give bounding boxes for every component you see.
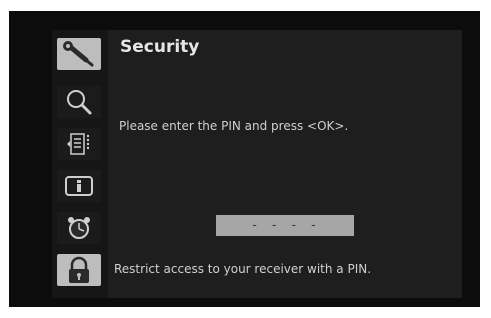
sidebar-item-information[interactable] xyxy=(57,170,101,202)
info-card-icon xyxy=(65,176,93,196)
sidebar-item-channel-list[interactable] xyxy=(57,128,101,160)
wrench-icon xyxy=(63,41,94,67)
menu-panel xyxy=(52,30,462,298)
help-text: Restrict access to your receiver with a … xyxy=(114,262,372,276)
sidebar-item-installation[interactable] xyxy=(57,38,101,70)
magnifier-icon xyxy=(67,90,92,115)
page-title: Security xyxy=(120,37,200,57)
channel-list-icon xyxy=(67,133,90,155)
pin-prompt-text: Please enter the PIN and press <OK>. xyxy=(119,119,349,133)
sidebar-item-search[interactable] xyxy=(57,86,101,118)
sidebar-item-timer[interactable] xyxy=(57,212,101,244)
padlock-icon xyxy=(69,256,89,283)
alarm-clock-icon xyxy=(68,217,90,239)
pin-input[interactable]: - - - - xyxy=(216,215,354,236)
sidebar-item-security[interactable] xyxy=(57,254,101,286)
